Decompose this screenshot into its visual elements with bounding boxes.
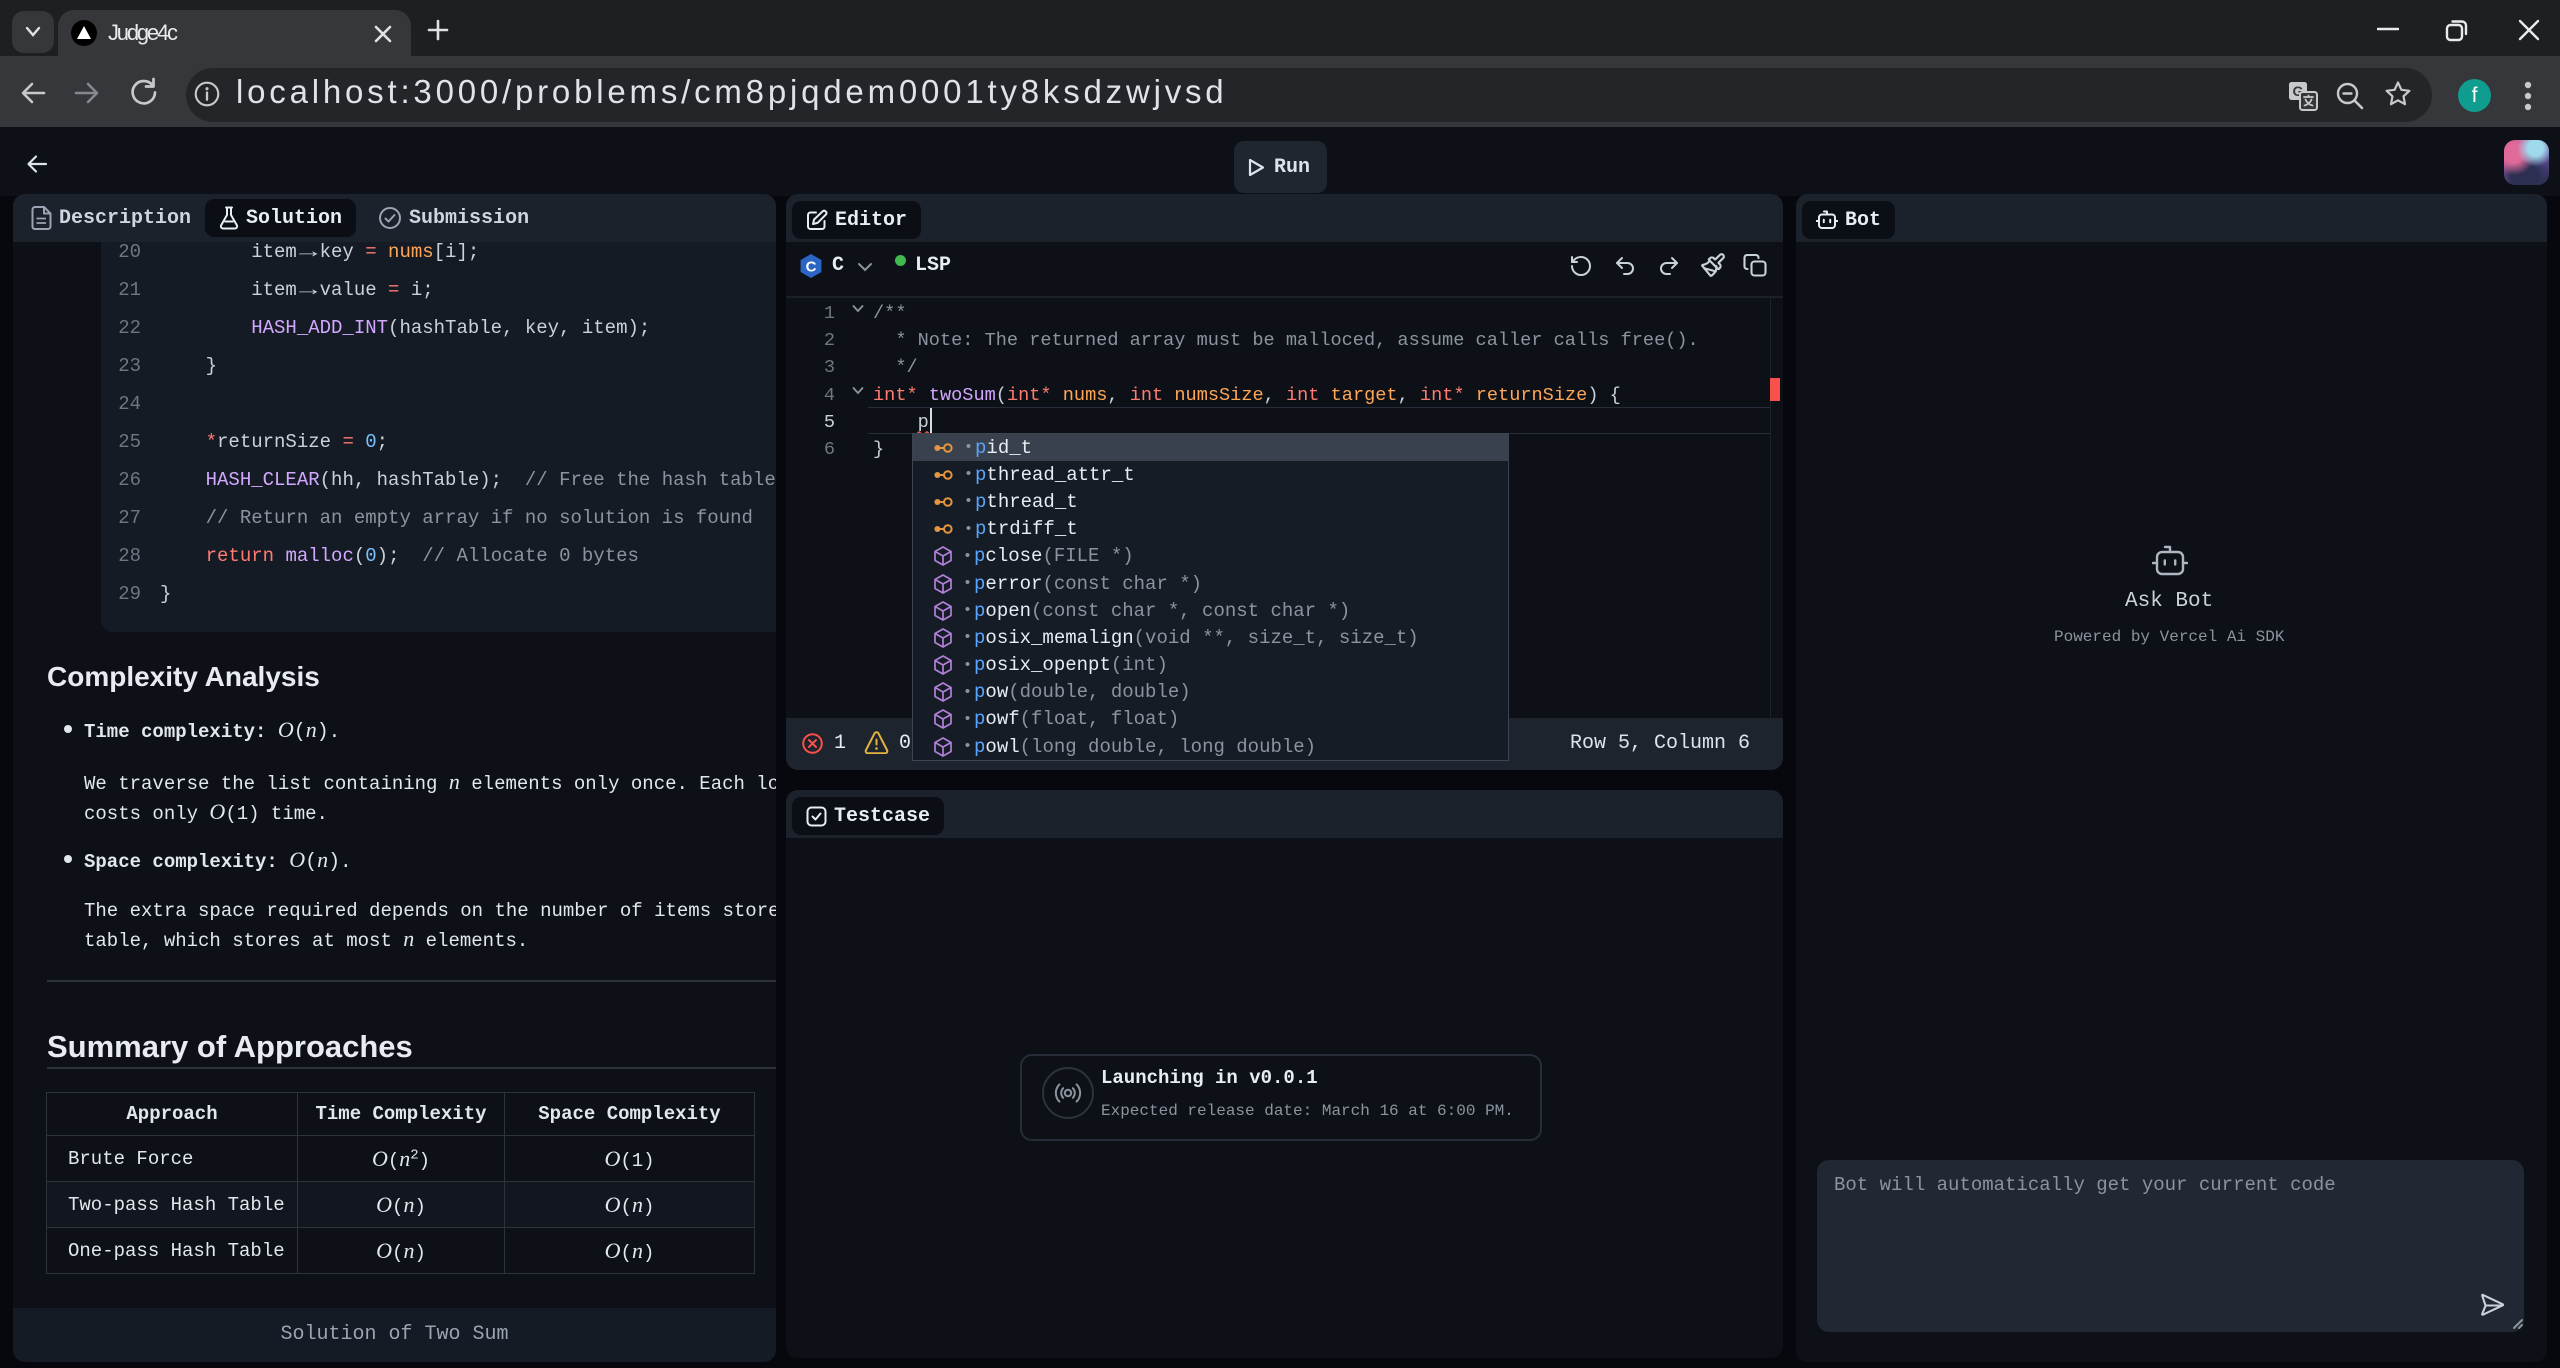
svg-text:C: C [806, 259, 817, 276]
